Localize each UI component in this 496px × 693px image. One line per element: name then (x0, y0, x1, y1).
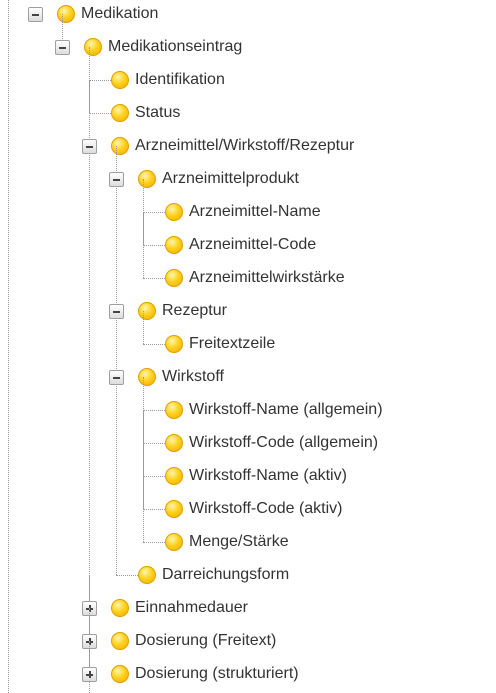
node-bullet-icon (111, 104, 129, 122)
tree-node-wirkstoff-name-allgemein[interactable]: Wirkstoff-Name (allgemein) (189, 399, 383, 421)
node-bullet-icon (138, 302, 156, 320)
node-bullet-icon (111, 71, 129, 89)
node-bullet-icon (111, 137, 129, 155)
node-bullet-icon (165, 401, 183, 419)
expand-toggle-dosierung-strukturiert[interactable] (82, 667, 97, 682)
tree-node-arzneimittel-wirkstoff-rezeptur[interactable]: Arzneimittel/Wirkstoff/Rezeptur (135, 135, 354, 157)
node-bullet-icon (165, 500, 183, 518)
tree-connector-vertical (143, 509, 144, 542)
tree-view: Medikation Medikationseintrag Identifikati… (0, 0, 496, 693)
tree-connector-horizontal (143, 509, 165, 510)
tree-connector-horizontal (143, 443, 165, 444)
node-bullet-icon (138, 170, 156, 188)
collapse-toggle-arzneimittel-wirkstoff-rezeptur[interactable] (82, 139, 97, 154)
tree-connector-horizontal (116, 575, 138, 576)
tree-node-wirkstoff-code-allgemein[interactable]: Wirkstoff-Code (allgemein) (189, 432, 378, 454)
collapse-toggle-medikation[interactable] (28, 7, 43, 22)
tree-node-arzneimittelwirkstaerke[interactable]: Arzneimittelwirkstärke (189, 267, 345, 289)
tree-node-medikation[interactable]: Medikation (81, 3, 158, 25)
tree-connector-horizontal (89, 80, 111, 81)
node-bullet-icon (111, 665, 129, 683)
node-bullet-icon (165, 434, 183, 452)
tree-node-dosierung-freitext[interactable]: Dosierung (Freitext) (135, 630, 276, 652)
tree-connector-vertical (143, 245, 144, 278)
tree-node-identifikation[interactable]: Identifikation (135, 69, 225, 91)
collapse-toggle-wirkstoff[interactable] (109, 370, 124, 385)
node-bullet-icon (165, 236, 183, 254)
tree-connector-horizontal (143, 278, 165, 279)
node-bullet-icon (138, 368, 156, 386)
collapse-toggle-medikationseintrag[interactable] (55, 40, 70, 55)
tree-connector-vertical (143, 311, 144, 344)
tree-node-einnahmedauer[interactable]: Einnahmedauer (135, 597, 248, 619)
node-bullet-icon (165, 269, 183, 287)
node-bullet-icon (111, 632, 129, 650)
tree-node-wirkstoff-code-aktiv[interactable]: Wirkstoff-Code (aktiv) (189, 498, 343, 520)
tree-connector-vertical (8, 0, 9, 693)
node-bullet-icon (165, 203, 183, 221)
tree-node-arzneimittel-code[interactable]: Arzneimittel-Code (189, 234, 316, 256)
node-bullet-icon (165, 335, 183, 353)
tree-node-wirkstoff-name-aktiv[interactable]: Wirkstoff-Name (aktiv) (189, 465, 347, 487)
tree-connector-horizontal (89, 113, 111, 114)
tree-connector-horizontal (143, 344, 165, 345)
node-bullet-icon (57, 5, 75, 23)
tree-node-dosierung-strukturiert[interactable]: Dosierung (strukturiert) (135, 663, 299, 685)
tree-node-arzneimittelprodukt[interactable]: Arzneimittelprodukt (162, 168, 299, 190)
collapse-toggle-rezeptur[interactable] (109, 304, 124, 319)
tree-connector-horizontal (143, 245, 165, 246)
node-bullet-icon (165, 533, 183, 551)
tree-connector-horizontal (143, 410, 165, 411)
tree-connector-horizontal (143, 476, 165, 477)
tree-connector-horizontal (143, 212, 165, 213)
tree-node-freitextzeile[interactable]: Freitextzeile (189, 333, 275, 355)
tree-node-rezeptur[interactable]: Rezeptur (162, 300, 227, 322)
collapse-toggle-arzneimittelprodukt[interactable] (109, 172, 124, 187)
tree-node-wirkstoff[interactable]: Wirkstoff (162, 366, 224, 388)
node-bullet-icon (138, 566, 156, 584)
node-bullet-icon (84, 38, 102, 56)
node-bullet-icon (165, 467, 183, 485)
tree-node-menge-staerke[interactable]: Menge/Stärke (189, 531, 289, 553)
tree-connector-vertical (116, 542, 117, 575)
tree-connector-vertical (89, 113, 90, 608)
tree-node-status[interactable]: Status (135, 102, 180, 124)
tree-node-arzneimittel-name[interactable]: Arzneimittel-Name (189, 201, 321, 223)
node-bullet-icon (111, 599, 129, 617)
tree-node-medikationseintrag[interactable]: Medikationseintrag (108, 36, 242, 58)
tree-connector-horizontal (143, 542, 165, 543)
tree-node-darreichungsform[interactable]: Darreichungsform (162, 564, 289, 586)
